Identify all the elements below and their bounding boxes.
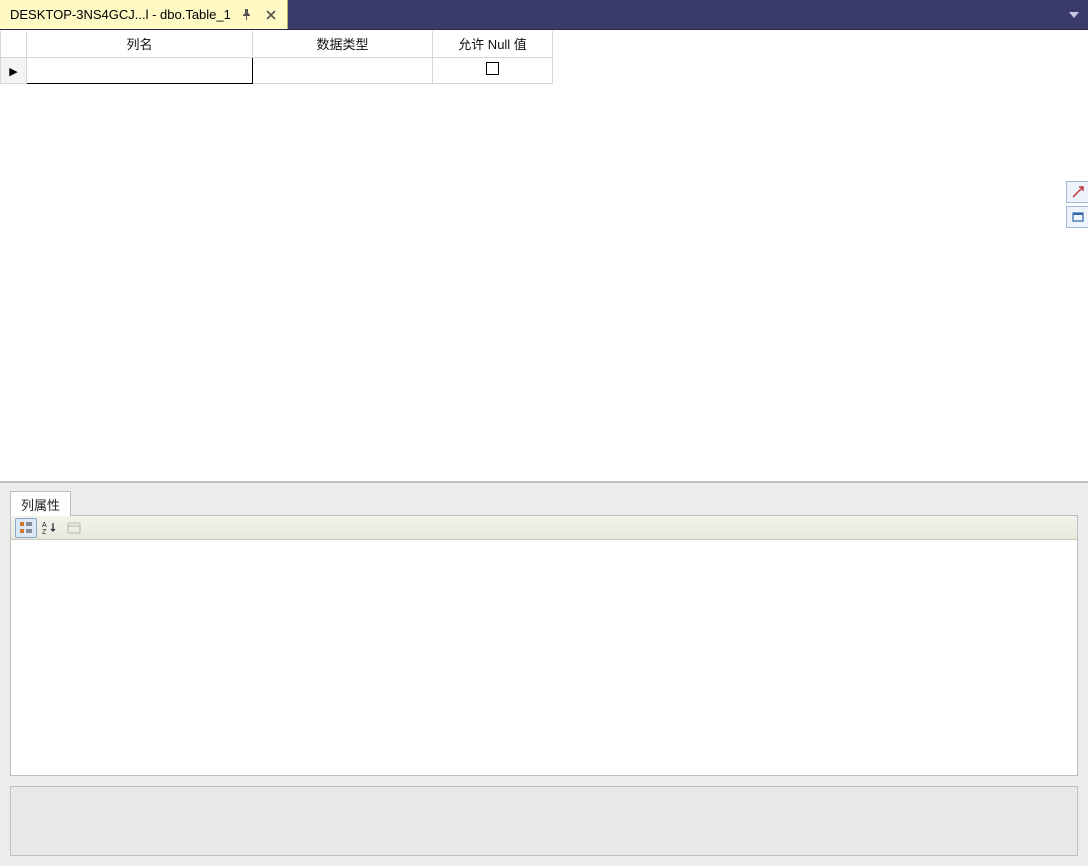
property-pages-icon <box>67 522 81 534</box>
side-tab-2[interactable] <box>1066 206 1088 228</box>
svg-text:Z: Z <box>42 529 47 535</box>
categorized-icon <box>19 521 33 535</box>
properties-description-box <box>10 786 1078 856</box>
table-row[interactable]: ▶ <box>1 57 553 83</box>
header-allow-null[interactable]: 允许 Null 值 <box>433 31 553 57</box>
properties-body: A Z <box>10 515 1078 776</box>
alphabetical-button[interactable]: A Z <box>39 518 61 538</box>
header-data-type[interactable]: 数据类型 <box>253 31 433 57</box>
alphabetical-icon: A Z <box>42 521 58 535</box>
active-files-dropdown[interactable] <box>1060 0 1088 29</box>
property-pages-button <box>63 518 85 538</box>
row-selector-header <box>1 31 27 57</box>
pin-icon[interactable] <box>239 7 255 23</box>
current-row-indicator-icon: ▶ <box>9 66 17 78</box>
cell-data-type[interactable] <box>253 57 433 83</box>
document-tab-label: DESKTOP-3NS4GCJ...l - dbo.Table_1 <box>10 0 231 30</box>
properties-tab-strip: 列属性 <box>10 491 1078 515</box>
table-designer-grid: 列名 数据类型 允许 Null 值 ▶ <box>0 31 1088 481</box>
side-tool-tabs <box>1066 181 1088 228</box>
tab-column-properties[interactable]: 列属性 <box>10 491 71 516</box>
document-tab-active[interactable]: DESKTOP-3NS4GCJ...l - dbo.Table_1 <box>0 0 288 29</box>
tab-bar-spacer <box>288 0 1060 29</box>
header-column-name[interactable]: 列名 <box>27 31 253 57</box>
document-tab-bar: DESKTOP-3NS4GCJ...l - dbo.Table_1 <box>0 0 1088 30</box>
allow-null-checkbox[interactable] <box>486 62 499 75</box>
close-icon[interactable] <box>263 7 279 23</box>
categorized-button[interactable] <box>15 518 37 538</box>
properties-toolbar: A Z <box>11 516 1077 540</box>
properties-grid[interactable] <box>11 540 1077 775</box>
cell-allow-null[interactable] <box>433 57 553 83</box>
column-properties-pane: 列属性 A Z <box>0 481 1088 866</box>
svg-text:A: A <box>42 522 47 529</box>
side-tab-1[interactable] <box>1066 181 1088 203</box>
cell-column-name[interactable] <box>27 57 253 83</box>
row-selector[interactable]: ▶ <box>1 57 27 83</box>
